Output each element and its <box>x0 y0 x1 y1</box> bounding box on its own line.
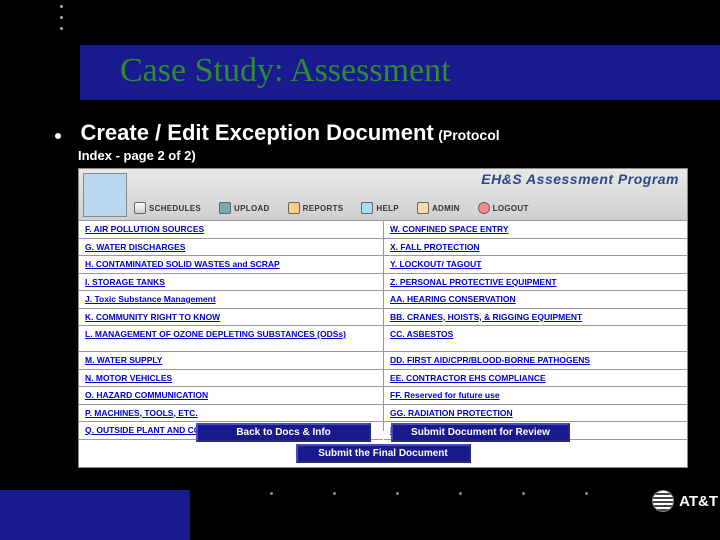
protocol-link[interactable]: I. STORAGE TANKS <box>79 274 383 292</box>
bullet-item: Create / Edit Exception Document (Protoc… <box>55 120 680 146</box>
app-screenshot: EH&S Assessment Program SCHEDULES UPLOAD… <box>78 168 688 468</box>
protocol-link[interactable]: EE. CONTRACTOR EHS COMPLIANCE <box>384 370 687 388</box>
app-logo-icon <box>83 173 127 217</box>
protocol-index-table: F. AIR POLLUTION SOURCES G. WATER DISCHA… <box>79 221 687 431</box>
slide: Case Study: Assessment Create / Edit Exc… <box>0 0 720 540</box>
protocol-link[interactable]: N. MOTOR VEHICLES <box>79 370 383 388</box>
protocol-link[interactable]: G. WATER DISCHARGES <box>79 239 383 257</box>
toolbar-label: HELP <box>376 204 399 213</box>
protocol-link[interactable]: AA. HEARING CONSERVATION <box>384 291 687 309</box>
protocol-link[interactable]: DD. FIRST AID/CPR/BLOOD-BORNE PATHOGENS <box>384 352 687 370</box>
att-globe-icon <box>652 490 674 512</box>
logout-icon <box>478 202 490 214</box>
toolbar-label: LOGOUT <box>493 204 529 213</box>
toolbar-label: SCHEDULES <box>149 204 201 213</box>
protocol-link[interactable]: L. MANAGEMENT OF OZONE DEPLETING SUBSTAN… <box>79 326 383 352</box>
reports-icon <box>288 202 300 214</box>
protocol-link[interactable]: J. Toxic Substance Management <box>79 291 383 309</box>
protocol-link[interactable]: X. FALL PROTECTION <box>384 239 687 257</box>
schedules-icon <box>134 202 146 214</box>
toolbar-label: REPORTS <box>303 204 344 213</box>
bullet-sub2-text: Index - page 2 of 2) <box>78 148 196 163</box>
app-toolbar: SCHEDULES UPLOAD REPORTS HELP ADMIN <box>134 202 529 214</box>
att-logo: AT&T <box>652 490 718 512</box>
decorative-dots-bottom <box>270 492 588 495</box>
protocol-link[interactable]: W. CONFINED SPACE ENTRY <box>384 221 687 239</box>
decorative-bottom-bar <box>0 490 190 540</box>
app-header: EH&S Assessment Program SCHEDULES UPLOAD… <box>79 169 687 221</box>
protocol-link[interactable]: K. COMMUNITY RIGHT TO KNOW <box>79 309 383 327</box>
protocol-link[interactable]: GG. RADIATION PROTECTION <box>384 405 687 423</box>
toolbar-reports[interactable]: REPORTS <box>288 202 344 214</box>
toolbar-upload[interactable]: UPLOAD <box>219 202 270 214</box>
toolbar-logout[interactable]: LOGOUT <box>478 202 529 214</box>
left-column: F. AIR POLLUTION SOURCES G. WATER DISCHA… <box>79 221 383 431</box>
bullet-main-text: Create / Edit Exception Document <box>80 120 433 145</box>
help-icon <box>361 202 373 214</box>
protocol-link[interactable]: F. AIR POLLUTION SOURCES <box>79 221 383 239</box>
toolbar-admin[interactable]: ADMIN <box>417 202 460 214</box>
bullet-sub-text: (Protocol <box>438 127 499 143</box>
app-title: EH&S Assessment Program <box>481 171 679 187</box>
protocol-link[interactable]: P. MACHINES, TOOLS, ETC. <box>79 405 383 423</box>
admin-icon <box>417 202 429 214</box>
toolbar-label: ADMIN <box>432 204 460 213</box>
button-bar: Back to Docs & Info Submit Document for … <box>79 423 687 463</box>
submit-final-button[interactable]: Submit the Final Document <box>296 444 471 463</box>
protocol-link[interactable]: O. HAZARD COMMUNICATION <box>79 387 383 405</box>
slide-title: Case Study: Assessment <box>120 52 451 90</box>
protocol-link[interactable]: M. WATER SUPPLY <box>79 352 383 370</box>
protocol-link[interactable]: FF. Reserved for future use <box>384 387 687 405</box>
toolbar-help[interactable]: HELP <box>361 202 399 214</box>
protocol-link[interactable]: Y. LOCKOUT/ TAGOUT <box>384 256 687 274</box>
right-column: W. CONFINED SPACE ENTRY X. FALL PROTECTI… <box>383 221 687 431</box>
bullet-dot-icon <box>55 133 61 139</box>
att-logo-text: AT&T <box>679 493 718 510</box>
back-button[interactable]: Back to Docs & Info <box>196 423 371 442</box>
upload-icon <box>219 202 231 214</box>
toolbar-schedules[interactable]: SCHEDULES <box>134 202 201 214</box>
submit-review-button[interactable]: Submit Document for Review <box>391 423 570 442</box>
protocol-link[interactable]: Z. PERSONAL PROTECTIVE EQUIPMENT <box>384 274 687 292</box>
protocol-link[interactable]: H. CONTAMINATED SOLID WASTES and SCRAP <box>79 256 383 274</box>
decorative-dots-top <box>60 5 63 30</box>
toolbar-label: UPLOAD <box>234 204 270 213</box>
protocol-link[interactable]: CC. ASBESTOS <box>384 326 687 352</box>
protocol-link[interactable]: BB. CRANES, HOISTS, & RIGGING EQUIPMENT <box>384 309 687 327</box>
